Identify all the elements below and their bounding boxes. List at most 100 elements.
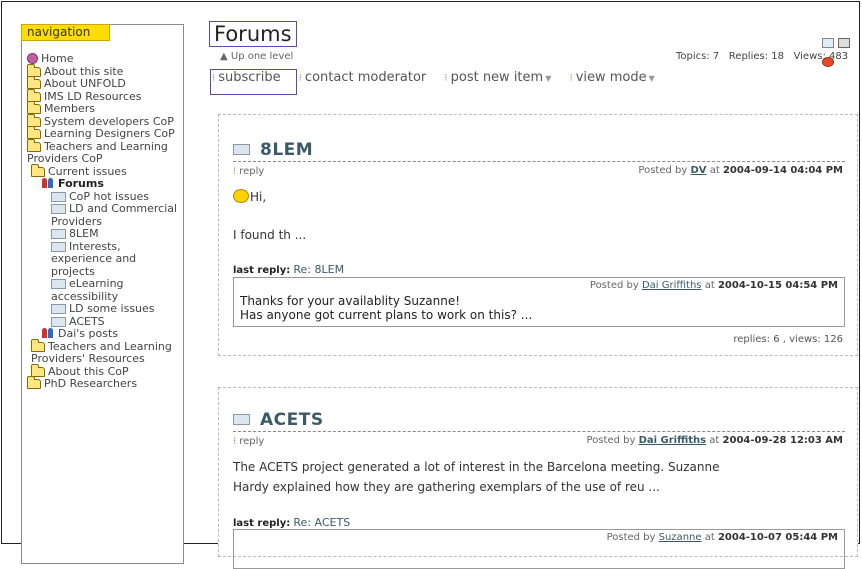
author-link[interactable]: DV (690, 165, 706, 176)
at-label: at (709, 435, 720, 446)
at-label: at (704, 532, 715, 543)
last-reply: last reply: Re: 8LEM (233, 263, 344, 276)
nav-label: Home (41, 52, 74, 65)
mail-icon (51, 279, 66, 289)
bullet-icon: ⁝ (298, 73, 302, 84)
up-level-label: Up one level (230, 51, 294, 62)
contact-moderator-button[interactable]: ⁝ contact moderator (299, 70, 427, 85)
nav-label: Teachers and Learning Providers' Resourc… (31, 339, 172, 365)
reply-line: Thanks for your availablity Suzanne! (240, 294, 461, 308)
last-reply-link[interactable]: Re: ACETS (293, 516, 350, 529)
reply-label: reply (239, 166, 265, 177)
posted-prefix: Posted by (586, 435, 636, 446)
folder-icon (27, 376, 41, 389)
mail-icon (51, 191, 66, 202)
post-new-item-label: post new item (450, 70, 544, 85)
up-one-level-link[interactable]: ▲ Up one level (220, 51, 293, 62)
posted-prefix: Posted by (638, 165, 688, 176)
mail-icon (51, 316, 66, 327)
subscribe-label: subscribe (218, 70, 281, 85)
topic-title[interactable]: ACETS (233, 410, 324, 430)
nav-label: CoP hot issues (69, 189, 150, 203)
bullet-icon: ⁝ (444, 73, 448, 84)
envelope-icon (233, 414, 250, 425)
folder-icon (31, 163, 45, 177)
nav-label: About this site (44, 64, 124, 78)
reply-author-link[interactable]: Dai Griffiths (642, 280, 702, 291)
replies-views-count: replies: 6 , views: 126 (733, 334, 843, 345)
topic-title[interactable]: 8LEM (233, 140, 313, 160)
reply-line: Has anyone got current plans to work on … (240, 308, 533, 322)
post-new-item-dropdown[interactable]: ⁝ post new item ▼ (444, 70, 551, 85)
nav-label: Teachers and Learning Providers CoP (27, 139, 168, 165)
nav-item-current-issues[interactable]: Current issues (27, 163, 182, 179)
last-reply-label: last reply: (233, 518, 291, 529)
chevron-down-icon: ▼ (545, 74, 552, 83)
subscribe-button[interactable]: ⁝ subscribe (212, 70, 281, 85)
nav-label: 8LEM (69, 227, 99, 240)
navigation-tree: Home About this site About UNFOLD IMS LD… (27, 52, 182, 391)
posted-by: Posted by Dai Griffiths at 2004-09-28 12… (587, 435, 843, 446)
people-icon (41, 178, 55, 189)
nav-label: Members (44, 102, 95, 115)
reply-author-link[interactable]: Suzanne (659, 532, 702, 543)
nav-label: ACETS (69, 314, 105, 328)
smiley-icon (233, 189, 249, 203)
mail-icon (51, 229, 66, 239)
posted-prefix: Posted by (589, 280, 639, 291)
forum-topic: ACETS ⁝ reply Posted by Dai Griffiths at … (218, 387, 858, 569)
folder-icon (27, 63, 41, 77)
nav-item-interests[interactable]: Interests, experience and projects (27, 240, 182, 279)
author-link[interactable]: Dai Griffiths (639, 435, 707, 446)
folder-icon (27, 113, 41, 127)
nav-label: About this CoP (48, 364, 129, 378)
folder-icon (27, 101, 41, 114)
forum-topic: 8LEM ⁝ reply Posted by DV at 2004-09-14 0… (218, 114, 858, 356)
reply-excerpt: Thanks for your availablity Suzanne! Has … (240, 294, 532, 322)
bullet-icon: ⁝ (212, 73, 216, 84)
folder-icon (31, 363, 45, 377)
nav-item-elearning[interactable]: eLearning accessibility (27, 277, 182, 303)
title-divider (233, 161, 845, 162)
bullet-icon: ⁝ (233, 166, 237, 177)
mail-icon (51, 204, 66, 214)
chevron-down-icon: ▼ (648, 74, 655, 83)
email-page-icon[interactable] (822, 38, 834, 48)
nav-label: About UNFOLD (44, 77, 126, 90)
last-reply-box: Posted by Suzanne at 2004-10-07 05:44 PM (233, 529, 845, 569)
reply-link[interactable]: ⁝ reply (233, 436, 264, 447)
nav-label: Current issues (48, 164, 127, 178)
post-body-line: Hardy explained how they are gathering e… (233, 480, 660, 494)
forum-actions: ⁝ subscribe ⁝ contact moderator ⁝ post new … (212, 70, 669, 85)
nav-item-phd[interactable]: PhD Researchers (27, 376, 182, 391)
bullet-icon: ⁝ (569, 73, 573, 84)
people-icon (41, 328, 55, 339)
post-body-line: Hi, (250, 190, 267, 204)
folder-icon (27, 126, 41, 139)
post-date: 2004-09-14 04:04 PM (722, 165, 843, 176)
reply-link[interactable]: ⁝ reply (233, 166, 264, 177)
posted-prefix: Posted by (606, 532, 656, 543)
reply-date: 2004-10-07 05:44 PM (717, 532, 838, 543)
posted-by: Posted by DV at 2004-09-14 04:04 PM (638, 165, 843, 176)
up-arrow-icon: ▲ (220, 51, 231, 62)
last-reply: last reply: Re: ACETS (233, 516, 350, 529)
nav-item-teachers-cop[interactable]: Teachers and Learning Providers CoP (27, 138, 182, 166)
close-icon[interactable] (822, 57, 834, 67)
folder-icon (27, 76, 41, 89)
topic-title-text: 8LEM (260, 140, 314, 160)
nav-item-teachers-resources[interactable]: Teachers and Learning Providers' Resourc… (27, 338, 182, 366)
post-excerpt: I found th ... (233, 228, 307, 242)
nav-label: PhD Researchers (44, 377, 138, 390)
print-icon[interactable] (838, 38, 850, 48)
nav-label: LD some issues (69, 302, 155, 315)
view-mode-dropdown[interactable]: ⁝ view mode ▼ (570, 70, 655, 85)
last-reply-box: Posted by Dai Griffiths at 2004-10-15 04… (233, 277, 845, 327)
last-reply-link[interactable]: Re: 8LEM (293, 263, 344, 276)
nav-label: Dai's posts (58, 327, 119, 340)
reply-date: 2004-10-15 04:54 PM (717, 280, 838, 291)
page-title: Forums (214, 22, 292, 46)
reply-label: reply (239, 436, 265, 447)
nav-item-ld-commercial[interactable]: LD and Commercial Providers (27, 202, 182, 228)
nav-label: IMS LD Resources (44, 89, 142, 103)
